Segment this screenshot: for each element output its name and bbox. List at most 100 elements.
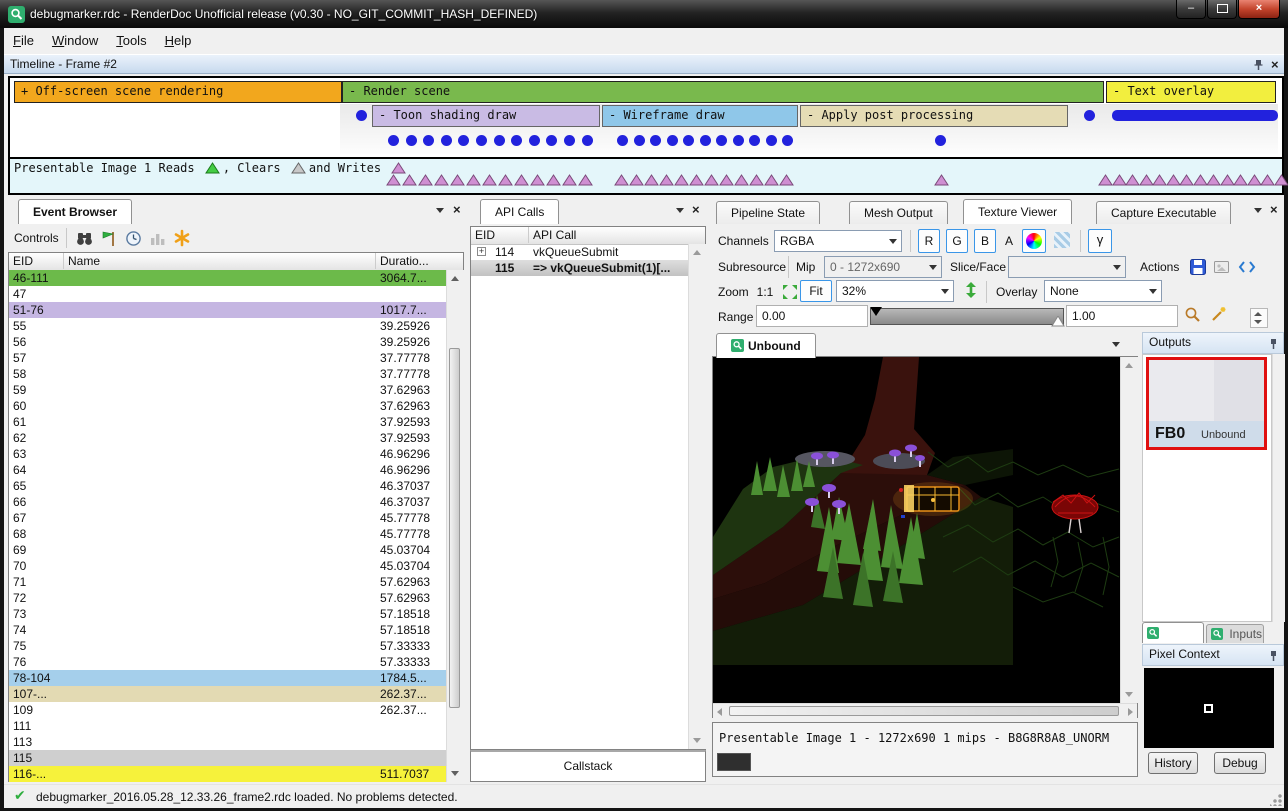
panel-menu-icon[interactable] [1254, 208, 1262, 213]
api-calls-scrollbar[interactable] [688, 244, 706, 749]
timeline-bar[interactable]: - Wireframe draw [602, 105, 798, 127]
pin-icon[interactable] [1252, 59, 1264, 71]
col-eid[interactable]: EID [9, 253, 64, 269]
texture-image[interactable] [713, 357, 1120, 665]
range-white-point-handle[interactable] [1051, 316, 1065, 327]
event-row[interactable]: 69Draw "grass blades"45.03704 [9, 542, 446, 558]
timeline-bar[interactable]: - Render scene [342, 81, 1104, 103]
statistics-icon[interactable] [149, 230, 166, 247]
time-draws-icon[interactable] [125, 230, 142, 247]
event-row[interactable]: 68vkCmdDrawIndexed(1677,1)45.77778 [9, 526, 446, 542]
menu-item-window[interactable]: Window [43, 28, 107, 54]
resize-grip[interactable] [1270, 794, 1282, 806]
menu-item-tools[interactable]: Tools [107, 28, 155, 54]
save-texture-icon[interactable] [1190, 259, 1206, 275]
timeline-bar[interactable]: - Apply post processing [800, 105, 1068, 127]
timeline-marker-track[interactable]: Presentable Image 1 Reads , Clears and W… [8, 157, 1284, 195]
pin-icon[interactable] [1267, 650, 1279, 662]
timeline-track[interactable]: + Off-screen scene rendering- Render sce… [8, 76, 1284, 160]
event-row[interactable]: 76vkCmdDrawIndexed(1098,1)57.33333 [9, 654, 446, 670]
texture-vscrollbar[interactable] [1120, 357, 1138, 703]
autofit-wand-icon[interactable] [1210, 305, 1228, 323]
texture-hscrollbar[interactable] [713, 703, 1137, 718]
open-texture-list-icon[interactable] [1214, 259, 1231, 275]
alpha-channel-label[interactable]: A [1002, 230, 1016, 252]
event-row[interactable]: 71Draw "chest box"57.62963 [9, 574, 446, 590]
menu-item-file[interactable]: File [4, 28, 43, 54]
tab-api-calls[interactable]: API Calls [480, 199, 559, 224]
title-bar[interactable]: debugmarker.rdc - RenderDoc Unofficial r… [0, 0, 1288, 28]
event-row[interactable]: 47vkCmdBeginRenderPass(C=Clear, D=Clear,… [9, 286, 446, 302]
event-row[interactable]: 62vkCmdDrawIndexed(342,1)37.92593 [9, 430, 446, 446]
scroll-up-icon[interactable] [693, 250, 701, 255]
fit-arrows-icon[interactable] [782, 284, 798, 300]
mip-dropdown[interactable]: 0 - 1272x690 [824, 256, 942, 278]
tab-event-browser[interactable]: Event Browser [18, 199, 132, 224]
event-row[interactable]: 78-104+Wireframe draw1784.5... [9, 670, 446, 686]
scrollbar-thumb[interactable] [729, 706, 1119, 716]
event-row[interactable]: 60vkCmdDrawIndexed(60,1)37.62963 [9, 398, 446, 414]
outputs-header[interactable]: Outputs [1142, 332, 1284, 354]
col-api-call[interactable]: API Call [529, 227, 688, 243]
tab-pipeline-state[interactable]: Pipeline State [716, 201, 820, 224]
event-row[interactable]: 116-...+Text overlay511.7037 [9, 766, 446, 782]
expand-icon[interactable]: + [477, 247, 486, 256]
callstack-section[interactable]: Callstack [470, 750, 706, 782]
event-row[interactable]: 64vkCmdDrawIndexed(1062,1)46.96296 [9, 462, 446, 478]
api-call-row[interactable]: 115=> vkQueueSubmit(1)[... [471, 260, 688, 276]
event-row[interactable]: 111vkCmdEndRenderPass(C=Store, D=Store, … [9, 718, 446, 734]
gamma-button[interactable]: γ [1088, 229, 1112, 253]
api-call-row[interactable]: +114vkQueueSubmit [471, 244, 688, 260]
outputs-scrollbar[interactable] [1272, 354, 1285, 622]
event-row[interactable]: 56vkCmdDrawIndexed(1554,1)39.25926 [9, 334, 446, 350]
event-row[interactable]: 66vkCmdDrawIndexed(2193,1)46.37037 [9, 494, 446, 510]
overlay-dropdown[interactable]: None [1044, 280, 1162, 302]
channel-b-button[interactable]: B [974, 229, 996, 253]
tab-texture-viewer[interactable]: Texture Viewer [963, 199, 1072, 224]
timeline-close-icon[interactable]: × [1271, 59, 1279, 71]
pixel-context-header[interactable]: Pixel Context [1142, 644, 1284, 666]
panel-close-icon[interactable]: × [1270, 204, 1278, 216]
event-row[interactable]: 70vkCmdDrawIndexed(516,1)45.03704 [9, 558, 446, 574]
event-row[interactable]: 107-...−Apply post processing262.37... [9, 686, 446, 702]
timeline-bar[interactable]: + Off-screen scene rendering [14, 81, 342, 103]
event-row[interactable]: 55Draw "hill"39.25926 [9, 318, 446, 334]
range-black-point-handle[interactable] [870, 307, 882, 316]
event-row[interactable]: 109vkCmdDraw(4,1)262.37... [9, 702, 446, 718]
event-row[interactable]: 59Draw "cave"37.62963 [9, 382, 446, 398]
panel-close-icon[interactable]: × [453, 204, 461, 216]
range-options-button[interactable] [1250, 308, 1268, 328]
scroll-up-icon[interactable] [1125, 363, 1133, 368]
scroll-left-icon[interactable] [717, 708, 722, 716]
panel-menu-icon[interactable] [676, 208, 684, 213]
col-name[interactable]: Name [64, 253, 376, 269]
event-browser-scrollbar[interactable] [446, 270, 464, 782]
zoom-dropdown[interactable]: 32% [836, 280, 954, 302]
channel-r-button[interactable]: R [918, 229, 940, 253]
event-row[interactable]: 51-76−Toon shading draw1017.7... [9, 302, 446, 318]
alpha-checker-button[interactable] [1050, 229, 1074, 253]
tab-capture-executable[interactable]: Capture Executable [1096, 201, 1231, 224]
flip-y-icon[interactable] [964, 281, 978, 299]
zoom-fit-button[interactable]: Fit [800, 280, 832, 302]
timeline-bar[interactable]: - Text overlay [1106, 81, 1276, 103]
event-row[interactable]: 67Draw "red mushroom caps"45.77778 [9, 510, 446, 526]
event-row[interactable]: 72vkCmdDrawIndexed(12144,1)57.62963 [9, 590, 446, 606]
close-button[interactable]: × [1238, 0, 1280, 19]
event-row[interactable]: 75Draw ""57.33333 [9, 638, 446, 654]
tab-unbound-texture[interactable]: Unbound [716, 333, 816, 358]
event-row[interactable]: 115=> vkQueueSubmit(1)[0]: vkBeginComman… [9, 750, 446, 766]
zoom-range-icon[interactable] [1184, 306, 1202, 324]
col-eid[interactable]: EID [471, 227, 529, 243]
find-event-icon[interactable] [76, 230, 93, 247]
range-min-input[interactable]: 0.00 [756, 305, 868, 327]
maximize-button[interactable] [1207, 0, 1237, 19]
col-duration[interactable]: Duratio... [376, 253, 446, 269]
scrollbar-thumb[interactable] [449, 348, 460, 708]
history-button[interactable]: History [1148, 752, 1198, 774]
pin-icon[interactable] [1267, 338, 1279, 350]
fb0-thumbnail[interactable]: FB0 Unbound [1146, 357, 1267, 450]
tab-inputs[interactable]: Inputs [1206, 624, 1264, 643]
custom-action-icon[interactable] [173, 229, 191, 247]
panel-close-icon[interactable]: × [692, 204, 700, 216]
